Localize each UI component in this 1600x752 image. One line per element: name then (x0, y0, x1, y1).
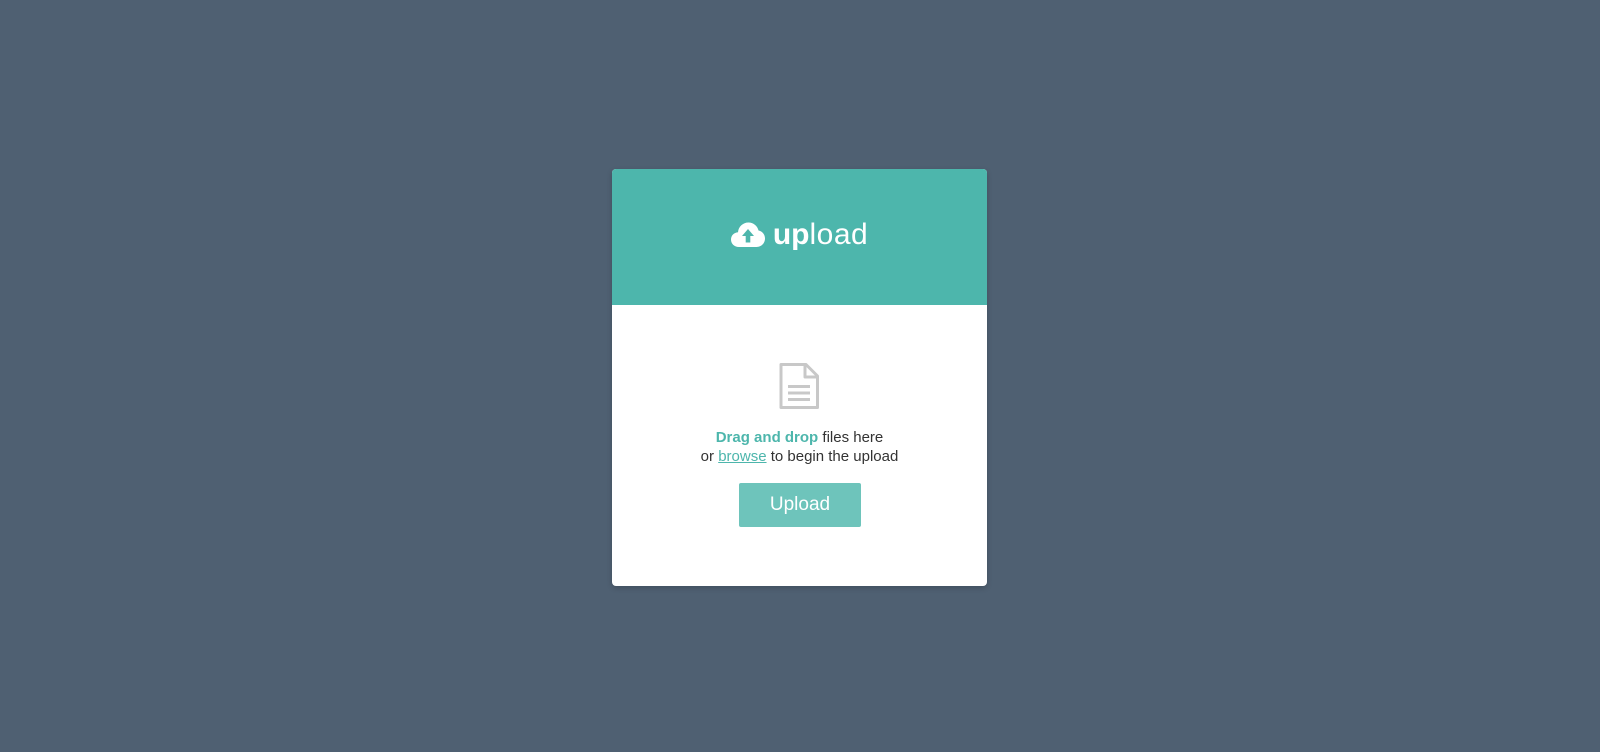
brand-logo: up load (730, 218, 869, 251)
or-text: or (700, 448, 719, 465)
drop-zone[interactable]: Drag and drop files here or browse to be… (612, 305, 987, 586)
upload-button[interactable]: Upload (739, 483, 861, 527)
begin-upload-text: to begin the upload (766, 448, 899, 465)
drop-instructions-line2: or browse to begin the upload (612, 447, 987, 466)
drop-instructions: Drag and drop files here or browse to be… (612, 428, 987, 466)
files-here-text: files here (818, 429, 884, 446)
file-icon (778, 363, 820, 409)
upload-card: up load Drag and drop files here or brows (612, 169, 987, 586)
drop-instructions-line1: Drag and drop files here (612, 428, 987, 447)
drag-and-drop-label: Drag and drop (715, 429, 819, 446)
brand-text-light: load (809, 218, 869, 251)
card-header: up load (612, 169, 987, 305)
brand-text-bold: up (772, 218, 810, 251)
page-background: up load Drag and drop files here or brows (0, 0, 1600, 752)
cloud-upload-icon (730, 222, 765, 248)
browse-link[interactable]: browse (718, 448, 766, 465)
